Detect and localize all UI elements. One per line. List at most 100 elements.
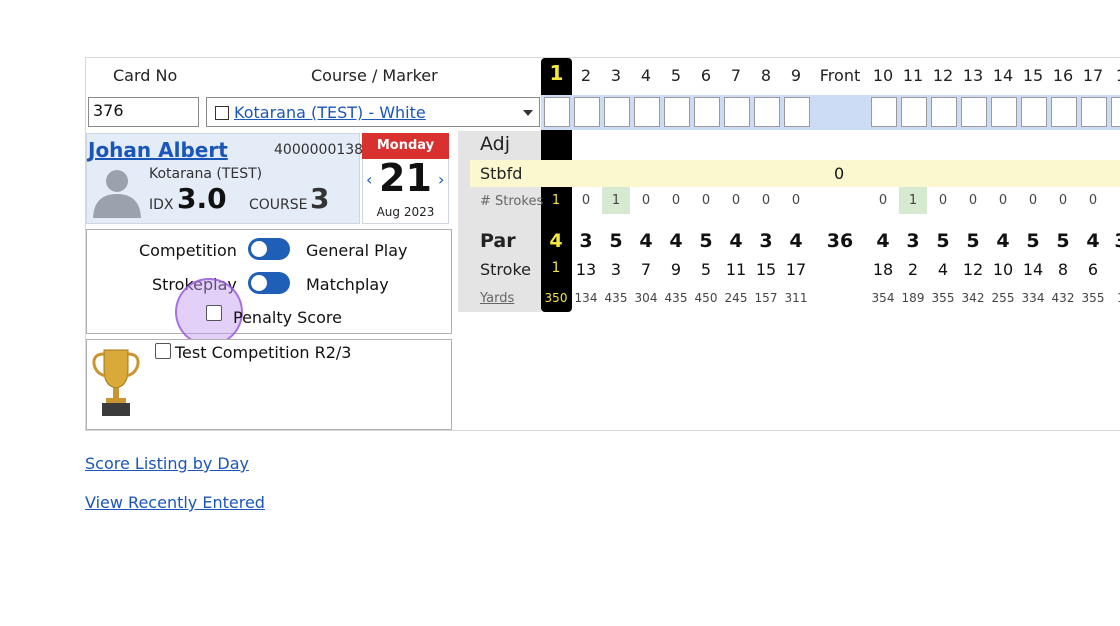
stroke-index-cell: 6 xyxy=(1087,260,1099,279)
par-cell: 3 xyxy=(1106,230,1120,252)
competition-name[interactable]: Test Competition R2/3 xyxy=(175,343,351,362)
hole-score-input[interactable] xyxy=(901,97,927,127)
hole-score-input[interactable] xyxy=(961,97,987,127)
competition-option-label[interactable]: Competition xyxy=(139,241,237,260)
stroke-index-cell: 13 xyxy=(575,260,597,279)
trophy-icon xyxy=(92,349,140,416)
yards-cell: 435 xyxy=(664,291,688,305)
yards-cell: 355 xyxy=(931,291,955,305)
hole-header: 16 xyxy=(1052,66,1074,85)
front-header: Front xyxy=(819,66,861,85)
yards-cell: 432 xyxy=(1051,291,1075,305)
card-no-header: Card No xyxy=(113,66,178,85)
score-listing-by-day-link[interactable]: Score Listing by Day xyxy=(85,454,249,473)
hole-score-input[interactable] xyxy=(754,97,780,127)
stroke-index-cell: 9 xyxy=(670,260,682,279)
hole-score-input[interactable] xyxy=(574,97,600,127)
yards-row-label[interactable]: Yards xyxy=(480,291,514,306)
stroke-index-cell: 14 xyxy=(1022,260,1044,279)
par-cell: 4 xyxy=(1086,230,1100,252)
par-cell: 5 xyxy=(966,230,980,252)
par-cell: 3 xyxy=(759,230,773,252)
marker-checkbox[interactable] xyxy=(215,106,229,120)
yards-cell: 342 xyxy=(961,291,985,305)
yards-cell: 1 xyxy=(1106,291,1120,305)
stroke-index-cell: 15 xyxy=(755,260,777,279)
hole-score-input[interactable] xyxy=(724,97,750,127)
course-select-value[interactable]: Kotarana (TEST) - White xyxy=(234,103,426,122)
par-cell: 4 xyxy=(996,230,1010,252)
stroke-index-cell: 17 xyxy=(785,260,807,279)
penalty-score-label[interactable]: Penalty Score xyxy=(233,308,342,327)
idx-value: 3.0 xyxy=(177,182,227,215)
par-cell: 3 xyxy=(906,230,920,252)
view-recently-entered-link[interactable]: View Recently Entered xyxy=(85,493,265,512)
par-cell: 4 xyxy=(876,230,890,252)
hole-score-input[interactable] xyxy=(604,97,630,127)
hole-score-input[interactable] xyxy=(931,97,957,127)
hole-header: 8 xyxy=(760,66,772,85)
stroke-index-cell: 7 xyxy=(640,260,652,279)
par-cell: 5 xyxy=(609,230,623,252)
card-no-input[interactable]: 376 xyxy=(88,97,199,127)
hole-score-input[interactable] xyxy=(1021,97,1047,127)
strokes-cell: 0 xyxy=(671,193,681,208)
course-marker-header: Course / Marker xyxy=(311,66,438,85)
hole-score-input[interactable] xyxy=(634,97,660,127)
hole-score-input[interactable] xyxy=(784,97,810,127)
par-cell: 5 xyxy=(1026,230,1040,252)
stbfd-row-label: Stbfd xyxy=(480,164,523,183)
hole-score-input[interactable] xyxy=(871,97,897,127)
penalty-score-checkbox[interactable] xyxy=(206,305,222,321)
strokes-cell: 0 xyxy=(731,193,741,208)
player-club: Kotarana (TEST) xyxy=(149,166,263,182)
adj-row-label: Adj xyxy=(480,133,511,155)
par-row-label: Par xyxy=(480,230,516,252)
strokes-cell: 0 xyxy=(581,193,591,208)
strokeplay-matchplay-toggle[interactable] xyxy=(248,272,290,294)
hole-header: 2 xyxy=(580,66,592,85)
yards-cell: 255 xyxy=(991,291,1015,305)
competition-general-toggle[interactable] xyxy=(248,238,290,260)
matchplay-option-label[interactable]: Matchplay xyxy=(306,275,389,294)
row-labels-background xyxy=(458,131,541,312)
stroke-index-cell: 1 xyxy=(551,260,561,276)
chevron-down-icon[interactable] xyxy=(523,110,533,116)
hole-score-input[interactable] xyxy=(544,97,570,127)
hole-score-input[interactable] xyxy=(664,97,690,127)
course-marker-select[interactable]: Kotarana (TEST) - White xyxy=(206,97,540,127)
par-cell: 4 xyxy=(669,230,683,252)
strokes-cell: 0 xyxy=(998,193,1008,208)
hole-score-input[interactable] xyxy=(694,97,720,127)
stableford-row xyxy=(470,160,1120,187)
strokes-cell: 0 xyxy=(1028,193,1038,208)
hole-score-input[interactable] xyxy=(1081,97,1107,127)
strokes-cell: 0 xyxy=(701,193,711,208)
chevron-left-icon[interactable]: ‹ xyxy=(366,170,372,189)
par-front-total: 36 xyxy=(826,230,854,252)
course-handicap-value: 3 xyxy=(310,182,330,215)
hole-score-input[interactable] xyxy=(1051,97,1077,127)
hole-score-input[interactable] xyxy=(991,97,1017,127)
hole-header: 15 xyxy=(1022,66,1044,85)
player-name-link[interactable]: Johan Albert xyxy=(88,138,228,162)
strokes-cell: 1 xyxy=(551,193,561,208)
current-hole-number: 1 xyxy=(549,61,564,85)
competition-checkbox[interactable] xyxy=(155,343,171,359)
par-cell: 4 xyxy=(639,230,653,252)
hole-header: 4 xyxy=(640,66,652,85)
hole-header: 13 xyxy=(962,66,984,85)
date-day-number: 21 xyxy=(379,156,432,200)
hole-header: 9 xyxy=(790,66,802,85)
yards-cell: 354 xyxy=(871,291,895,305)
chevron-right-icon[interactable]: › xyxy=(438,170,444,189)
par-cell: 3 xyxy=(579,230,593,252)
yards-cell: 311 xyxy=(784,291,808,305)
par-cell: 4 xyxy=(729,230,743,252)
general-play-option-label[interactable]: General Play xyxy=(306,241,408,260)
hole-header: 5 xyxy=(670,66,682,85)
yards-cell: 350 xyxy=(544,291,568,305)
hole-score-input[interactable] xyxy=(1111,97,1120,127)
yards-cell: 245 xyxy=(724,291,748,305)
strokes-cell: 0 xyxy=(968,193,978,208)
